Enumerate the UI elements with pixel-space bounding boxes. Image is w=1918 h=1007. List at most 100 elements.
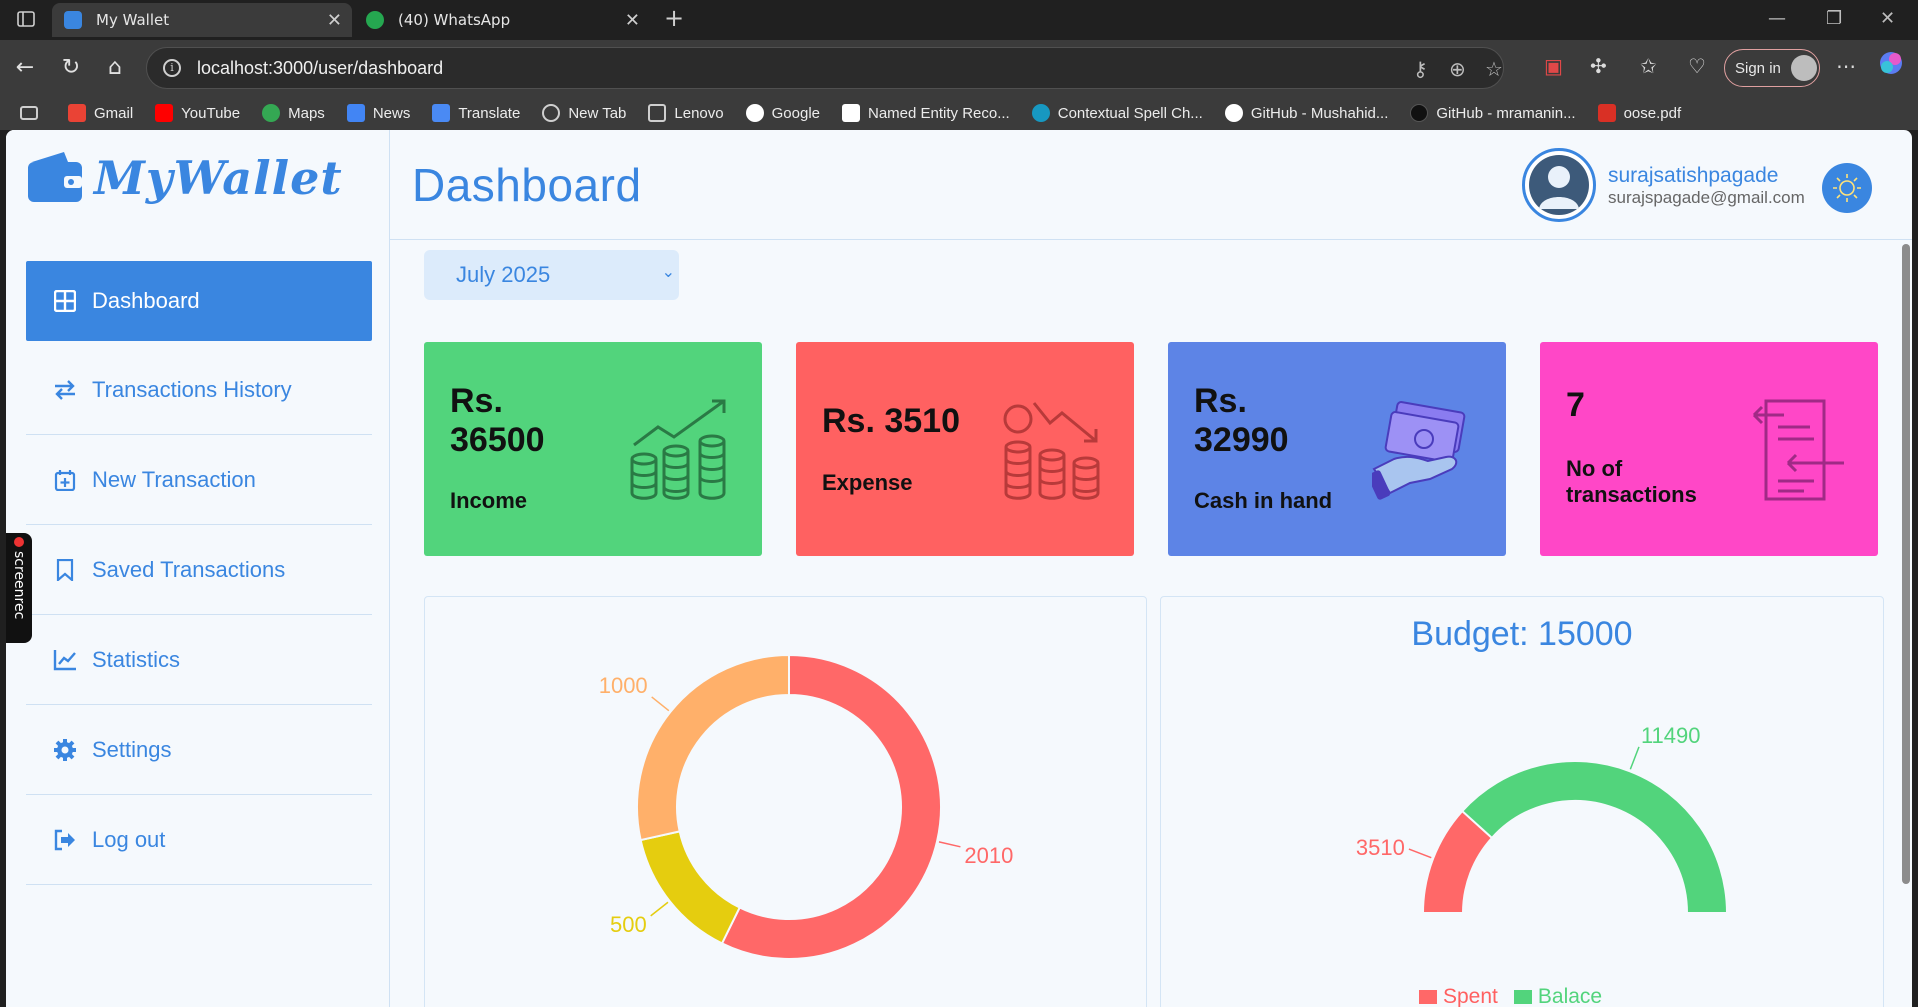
income-card: Rs. 36500 Income	[424, 342, 762, 556]
site-info-icon[interactable]: i	[163, 59, 181, 77]
logo[interactable]: MyWallet	[26, 150, 343, 206]
news-icon	[346, 104, 365, 122]
sign-in-button[interactable]: Sign in	[1724, 49, 1820, 87]
sidebar-item-saved-transactions[interactable]: Saved Transactions	[26, 525, 372, 615]
youtube-icon	[155, 104, 174, 122]
income-currency: Rs.	[450, 382, 503, 420]
gauge-leader-line	[1408, 848, 1432, 859]
donut-leader-line	[938, 841, 961, 848]
category-donut-panel: 2010 500 1000	[424, 596, 1147, 1007]
tab-my-wallet[interactable]: My Wallet ✕	[52, 3, 352, 37]
address-bar[interactable]: i localhost:3000/user/dashboard ⚷ ⊕ ☆	[146, 47, 1504, 89]
transactions-label-line1: No of	[1566, 456, 1623, 481]
transactions-doc-icon	[1752, 399, 1844, 501]
bookmark-label: Google	[771, 104, 820, 122]
url-text[interactable]: localhost:3000/user/dashboard	[197, 58, 443, 79]
sun-icon	[1833, 174, 1861, 202]
back-icon[interactable]: ←	[10, 53, 40, 83]
address-bar-row: ← ↻ ⌂ i localhost:3000/user/dashboard ⚷ …	[0, 40, 1918, 96]
screenrec-widget[interactable]: screenrec	[6, 533, 32, 643]
copilot-icon[interactable]	[1878, 50, 1904, 81]
bookmark-youtube[interactable]: YouTube	[155, 104, 240, 122]
tab-actions-icon[interactable]	[16, 9, 36, 34]
bookmark-gmail[interactable]: Gmail	[68, 104, 133, 122]
chart-favicon-icon	[842, 104, 860, 122]
home-icon[interactable]: ⌂	[100, 53, 130, 83]
minimize-icon[interactable]: —	[1768, 8, 1786, 29]
new-tab-icon[interactable]: +	[664, 4, 684, 32]
transactions-count-card: 7 No of transactions	[1540, 342, 1878, 556]
cash-amount: Rs. 32990	[1194, 382, 1289, 460]
sidebar-item-label: Transactions History	[92, 376, 292, 402]
restore-icon[interactable]: ❐	[1826, 8, 1842, 29]
donut-leader-line	[651, 696, 670, 712]
more-icon[interactable]: ⋯	[1836, 54, 1856, 78]
grid-icon	[52, 288, 78, 314]
bookmark-github-1[interactable]: GitHub - Mushahid...	[1224, 104, 1388, 122]
key-icon[interactable]: ⚷	[1413, 57, 1428, 81]
bookmark-maps[interactable]: Maps	[262, 104, 325, 122]
cash-hand-icon	[1372, 401, 1466, 500]
bookmark-apps-icon[interactable]	[20, 106, 46, 120]
zoom-icon[interactable]: ⊕	[1449, 57, 1466, 81]
github-icon	[1224, 104, 1243, 122]
donut-leader-line	[650, 901, 669, 917]
bookmark-translate[interactable]: Translate	[432, 104, 520, 122]
bookmark-github-2[interactable]: GitHub - mramanin...	[1410, 104, 1576, 122]
sidebar-item-transactions-history[interactable]: Transactions History	[26, 345, 372, 435]
pdf-icon	[1597, 104, 1616, 122]
legend-label-spent[interactable]: Spent	[1443, 985, 1498, 1007]
bookmark-label: New Tab	[568, 104, 627, 122]
gauge-segment-balace[interactable]	[1460, 760, 1729, 914]
sidebar-item-dashboard[interactable]: Dashboard	[26, 261, 372, 341]
user-avatar-icon	[1529, 155, 1589, 215]
bookmark-ner[interactable]: Named Entity Reco...	[842, 104, 1010, 122]
tab-title: My Wallet	[96, 11, 170, 29]
health-icon[interactable]: ♡	[1688, 54, 1706, 78]
bookmark-oose-pdf[interactable]: oose.pdf	[1597, 104, 1681, 122]
income-value: 36500	[450, 421, 545, 459]
google-icon	[745, 104, 764, 122]
bookmark-new-tab[interactable]: New Tab	[542, 104, 626, 122]
line-chart-icon	[52, 647, 78, 673]
bookmark-news[interactable]: News	[346, 104, 410, 122]
main-content: Dashboard surajsatishpagade surajspagade…	[390, 130, 1912, 1007]
scrollbar-thumb[interactable]	[1902, 244, 1910, 884]
extensions-puzzle-icon[interactable]: ✣	[1590, 54, 1607, 78]
favorite-star-icon[interactable]: ☆	[1485, 57, 1503, 81]
gauge-label: 3510	[1356, 835, 1405, 860]
bookmark-google[interactable]: Google	[745, 104, 820, 122]
theme-toggle-button[interactable]	[1822, 163, 1872, 213]
bookmark-lenovo[interactable]: Lenovo	[648, 104, 724, 122]
sidebar-menu: Dashboard Transactions History New Trans…	[26, 261, 372, 885]
expense-label: Expense	[822, 470, 913, 495]
close-window-icon[interactable]: ✕	[1880, 8, 1895, 29]
page-header: Dashboard surajsatishpagade surajspagade…	[390, 130, 1912, 240]
bookmark-label: Contextual Spell Ch...	[1057, 104, 1203, 122]
budget-gauge-chart: 3510 11490	[1356, 723, 1729, 914]
close-tab-icon[interactable]: ✕	[625, 10, 640, 31]
donut-slice-500[interactable]	[639, 830, 741, 945]
sidebar-item-log-out[interactable]: Log out	[26, 795, 372, 885]
coins-growth-icon	[630, 399, 726, 500]
reload-icon[interactable]: ↻	[56, 53, 86, 83]
bookmark-spell[interactable]: Contextual Spell Ch...	[1031, 104, 1203, 122]
folder-icon	[648, 104, 667, 122]
calendar-plus-icon	[52, 467, 78, 493]
sidebar-item-new-transaction[interactable]: New Transaction	[26, 435, 372, 525]
favorites-icon[interactable]: ✩	[1640, 54, 1657, 78]
globe-icon	[542, 104, 561, 122]
close-tab-icon[interactable]: ✕	[327, 10, 342, 31]
user-avatar[interactable]	[1522, 148, 1596, 222]
gmail-icon	[68, 104, 86, 122]
extension-icon[interactable]: ▣	[1544, 54, 1563, 78]
legend-label-balance[interactable]: Balace	[1538, 985, 1602, 1007]
sidebar-item-statistics[interactable]: Statistics	[26, 615, 372, 705]
donut-label: 500	[610, 912, 647, 937]
sidebar-item-settings[interactable]: Settings	[26, 705, 372, 795]
month-select[interactable]: July 2025 ⌄	[424, 250, 679, 300]
tab-whatsapp[interactable]: (40) WhatsApp ✕	[354, 3, 650, 37]
spell-favicon-icon	[1031, 104, 1050, 122]
donut-slice-1000[interactable]	[636, 653, 790, 842]
sidebar: MyWallet Dashboard Transactions History …	[6, 130, 390, 1007]
